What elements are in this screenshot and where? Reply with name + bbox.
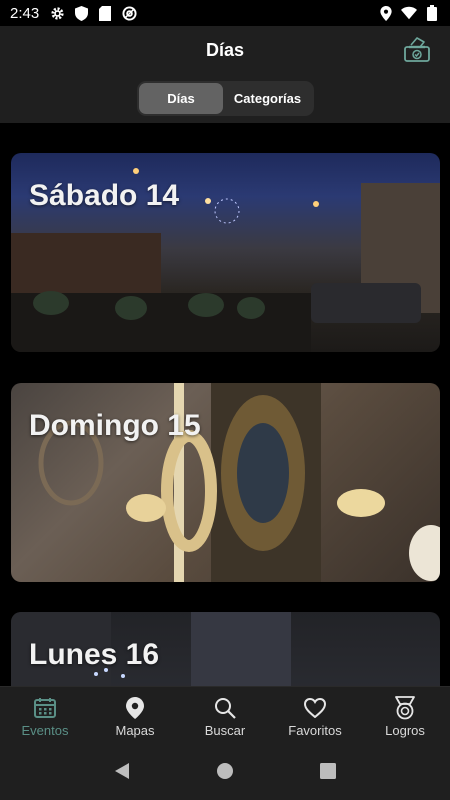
map-pin-icon (123, 696, 147, 720)
nav-item-favoritos[interactable]: Favoritos (270, 687, 360, 746)
battery-icon (424, 5, 440, 21)
status-bar: 2:43 (0, 0, 450, 26)
status-icons-right (378, 5, 440, 21)
day-list: Sábado 14 Domingo 15 Lunes 16 (0, 123, 450, 686)
day-card-title: Domingo 15 (29, 409, 201, 442)
nav-label: Eventos (21, 722, 69, 738)
recents-button[interactable] (318, 762, 338, 784)
nav-label: Buscar (204, 722, 246, 738)
location-icon (378, 5, 394, 21)
at-sign-icon (121, 5, 137, 21)
recents-square-icon (320, 762, 337, 784)
home-circle-icon (216, 762, 234, 785)
day-card-title: Lunes 16 (29, 638, 160, 671)
nav-label: Favoritos (288, 722, 342, 738)
nav-item-logros[interactable]: Logros (360, 687, 450, 746)
segment-categorias[interactable]: Categorías (223, 83, 312, 114)
back-button[interactable] (112, 762, 132, 785)
page-title: Días (205, 40, 245, 60)
bottom-nav: Eventos Mapas Buscar Favoritos Logros (0, 686, 450, 746)
system-nav-bar (0, 746, 450, 800)
segment-dias[interactable]: Días (139, 83, 223, 114)
shield-icon (73, 5, 89, 21)
gear-icon (49, 5, 65, 21)
heart-icon (303, 696, 327, 720)
nav-label: Mapas (115, 722, 155, 738)
wifi-icon (401, 5, 417, 21)
day-card-lunes[interactable]: Lunes 16 (11, 612, 440, 686)
home-button[interactable] (215, 762, 235, 785)
nav-item-eventos[interactable]: Eventos (0, 687, 90, 746)
calendar-icon (33, 696, 57, 720)
sd-card-icon (97, 5, 113, 21)
nav-item-mapas[interactable]: Mapas (90, 687, 180, 746)
nav-item-buscar[interactable]: Buscar (180, 687, 270, 746)
medal-icon (393, 695, 417, 720)
search-icon (213, 696, 237, 720)
status-time: 2:43 (10, 4, 40, 22)
ballot-box-button[interactable] (400, 34, 434, 68)
ballot-box-icon (403, 35, 431, 68)
day-card-sabado[interactable]: Sábado 14 (11, 153, 440, 352)
back-triangle-icon (114, 762, 130, 785)
app-bar: Días Días Categorías (0, 26, 450, 123)
nav-label: Logros (385, 722, 425, 738)
segmented-control: Días Categorías (137, 81, 314, 116)
day-card-title: Sábado 14 (29, 179, 180, 212)
status-icons-left (49, 5, 137, 21)
day-card-domingo[interactable]: Domingo 15 (11, 383, 440, 582)
